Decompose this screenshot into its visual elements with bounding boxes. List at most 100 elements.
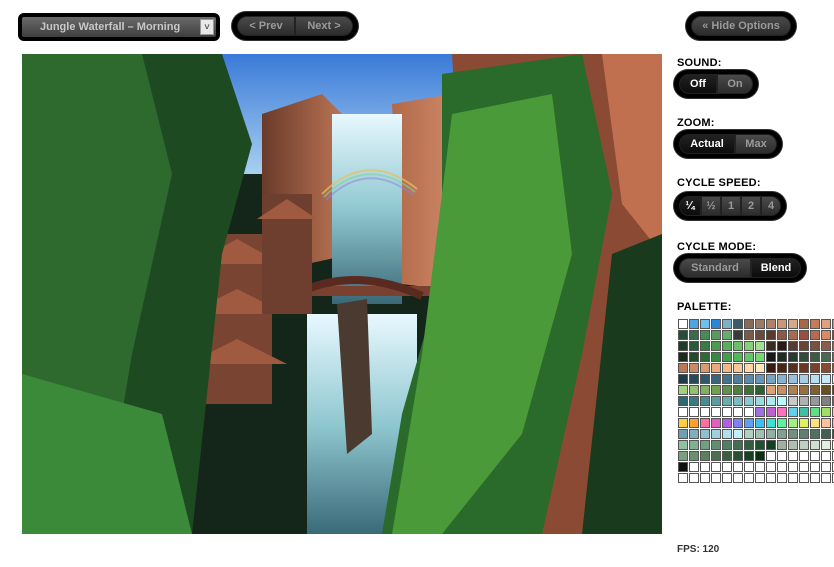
palette-swatch[interactable] xyxy=(733,352,743,362)
mode-blend-button[interactable]: Blend xyxy=(751,258,801,278)
palette-swatch[interactable] xyxy=(788,440,798,450)
palette-swatch[interactable] xyxy=(722,374,732,384)
palette-swatch[interactable] xyxy=(821,374,831,384)
palette-swatch[interactable] xyxy=(821,462,831,472)
palette-swatch[interactable] xyxy=(744,319,754,329)
palette-swatch[interactable] xyxy=(711,341,721,351)
palette-swatch[interactable] xyxy=(821,330,831,340)
palette-swatch[interactable] xyxy=(810,429,820,439)
palette-swatch[interactable] xyxy=(810,385,820,395)
palette-swatch[interactable] xyxy=(678,473,688,483)
palette-swatch[interactable] xyxy=(711,462,721,472)
palette-swatch[interactable] xyxy=(744,385,754,395)
palette-swatch[interactable] xyxy=(777,385,787,395)
palette-swatch[interactable] xyxy=(678,363,688,373)
palette-swatch[interactable] xyxy=(810,396,820,406)
palette-swatch[interactable] xyxy=(733,319,743,329)
palette-swatch[interactable] xyxy=(744,341,754,351)
palette-swatch[interactable] xyxy=(722,330,732,340)
palette-swatch[interactable] xyxy=(799,429,809,439)
palette-swatch[interactable] xyxy=(755,473,765,483)
palette-swatch[interactable] xyxy=(788,429,798,439)
palette-swatch[interactable] xyxy=(755,451,765,461)
palette-swatch[interactable] xyxy=(678,462,688,472)
palette-swatch[interactable] xyxy=(799,363,809,373)
palette-swatch[interactable] xyxy=(689,385,699,395)
palette-swatch[interactable] xyxy=(777,418,787,428)
palette-swatch[interactable] xyxy=(722,352,732,362)
palette-swatch[interactable] xyxy=(777,462,787,472)
palette-swatch[interactable] xyxy=(744,462,754,472)
palette-swatch[interactable] xyxy=(678,407,688,417)
palette-swatch[interactable] xyxy=(711,319,721,329)
palette-swatch[interactable] xyxy=(821,418,831,428)
palette-swatch[interactable] xyxy=(788,418,798,428)
speed-2-button[interactable]: 2 xyxy=(741,196,761,216)
palette-swatch[interactable] xyxy=(799,407,809,417)
palette-swatch[interactable] xyxy=(810,440,820,450)
palette-swatch[interactable] xyxy=(722,363,732,373)
palette-swatch[interactable] xyxy=(766,440,776,450)
palette-swatch[interactable] xyxy=(788,462,798,472)
palette-swatch[interactable] xyxy=(766,396,776,406)
palette-swatch[interactable] xyxy=(766,451,776,461)
palette-swatch[interactable] xyxy=(821,352,831,362)
palette-swatch[interactable] xyxy=(799,352,809,362)
palette-swatch[interactable] xyxy=(810,473,820,483)
palette-swatch[interactable] xyxy=(722,396,732,406)
palette-swatch[interactable] xyxy=(689,451,699,461)
palette-grid[interactable] xyxy=(678,319,834,483)
palette-swatch[interactable] xyxy=(689,352,699,362)
palette-swatch[interactable] xyxy=(689,473,699,483)
palette-swatch[interactable] xyxy=(700,440,710,450)
scene-select-box[interactable]: Jungle Waterfall – Morning ˅ xyxy=(22,17,216,37)
palette-swatch[interactable] xyxy=(733,374,743,384)
palette-swatch[interactable] xyxy=(733,473,743,483)
palette-swatch[interactable] xyxy=(689,330,699,340)
palette-swatch[interactable] xyxy=(799,451,809,461)
palette-swatch[interactable] xyxy=(755,407,765,417)
palette-swatch[interactable] xyxy=(722,462,732,472)
palette-swatch[interactable] xyxy=(689,407,699,417)
palette-swatch[interactable] xyxy=(733,330,743,340)
palette-swatch[interactable] xyxy=(821,396,831,406)
palette-swatch[interactable] xyxy=(744,473,754,483)
palette-swatch[interactable] xyxy=(788,330,798,340)
palette-swatch[interactable] xyxy=(755,341,765,351)
palette-swatch[interactable] xyxy=(766,429,776,439)
palette-swatch[interactable] xyxy=(821,451,831,461)
palette-swatch[interactable] xyxy=(722,319,732,329)
zoom-actual-button[interactable]: Actual xyxy=(679,134,735,154)
palette-swatch[interactable] xyxy=(733,462,743,472)
sound-off-button[interactable]: Off xyxy=(679,74,717,94)
speed-half-button[interactable]: ½ xyxy=(701,196,721,216)
palette-swatch[interactable] xyxy=(678,440,688,450)
palette-swatch[interactable] xyxy=(810,374,820,384)
palette-swatch[interactable] xyxy=(755,363,765,373)
palette-swatch[interactable] xyxy=(788,363,798,373)
palette-swatch[interactable] xyxy=(689,319,699,329)
palette-swatch[interactable] xyxy=(744,363,754,373)
palette-swatch[interactable] xyxy=(733,385,743,395)
palette-swatch[interactable] xyxy=(766,363,776,373)
palette-swatch[interactable] xyxy=(722,429,732,439)
palette-swatch[interactable] xyxy=(700,473,710,483)
palette-swatch[interactable] xyxy=(689,396,699,406)
palette-swatch[interactable] xyxy=(755,319,765,329)
palette-swatch[interactable] xyxy=(799,374,809,384)
palette-swatch[interactable] xyxy=(777,429,787,439)
palette-swatch[interactable] xyxy=(744,374,754,384)
palette-swatch[interactable] xyxy=(799,440,809,450)
palette-swatch[interactable] xyxy=(788,352,798,362)
palette-swatch[interactable] xyxy=(821,319,831,329)
palette-swatch[interactable] xyxy=(711,407,721,417)
palette-swatch[interactable] xyxy=(799,385,809,395)
palette-swatch[interactable] xyxy=(678,341,688,351)
palette-swatch[interactable] xyxy=(766,385,776,395)
palette-swatch[interactable] xyxy=(766,418,776,428)
palette-swatch[interactable] xyxy=(777,330,787,340)
palette-swatch[interactable] xyxy=(678,385,688,395)
palette-swatch[interactable] xyxy=(700,407,710,417)
palette-swatch[interactable] xyxy=(733,341,743,351)
scene-canvas[interactable] xyxy=(22,54,662,534)
